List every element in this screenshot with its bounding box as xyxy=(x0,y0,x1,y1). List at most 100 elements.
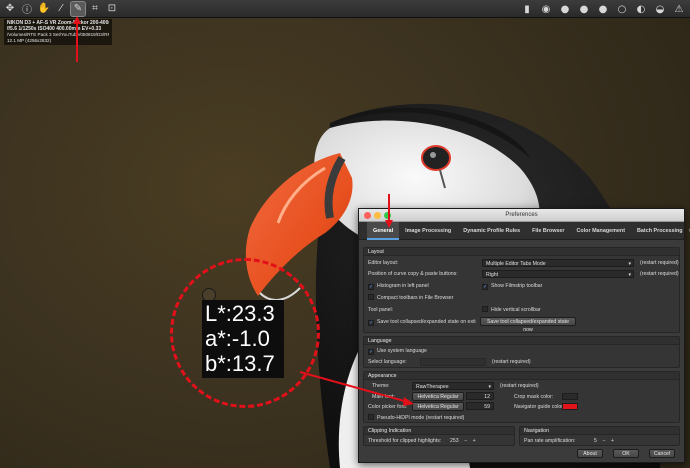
pseudo-hidpi-label: Pseudo-HiDPI mode (restart required) xyxy=(377,415,465,421)
channel-l-icon[interactable]: ○ xyxy=(615,2,629,16)
picker-font-button[interactable]: Helvetica Regular xyxy=(412,402,464,411)
clipping-header: Clipping Indication xyxy=(364,427,514,435)
tab-batch-processing[interactable]: Batch Processing xyxy=(631,222,689,240)
navigation-group: Navigation Pan rate amplification: 5 − + xyxy=(519,426,680,446)
nav-guide-color-button[interactable] xyxy=(562,403,578,410)
clip-shadow-icon[interactable]: ◐ xyxy=(634,2,648,16)
theme-label: Theme: xyxy=(372,383,390,389)
pan-rate-label: Pan rate amplification: xyxy=(524,438,576,444)
color-picker-icon[interactable]: ✎ xyxy=(70,0,86,17)
chevron-down-icon: ▾ xyxy=(628,261,631,267)
appearance-header: Appearance xyxy=(364,372,679,380)
move-icon[interactable]: ✥ xyxy=(3,2,17,16)
select-language-dropdown[interactable] xyxy=(420,358,486,366)
plus-icon[interactable]: + xyxy=(611,438,614,444)
save-state-checkbox[interactable]: ✓ Save tool collapsed/expanded state on e… xyxy=(368,318,476,326)
checkbox-empty xyxy=(482,306,488,312)
readout-a: a*:-1.0 xyxy=(205,326,270,351)
select-language-label: Select language: xyxy=(368,359,407,365)
editor-layout-label: Editor layout: xyxy=(368,260,399,266)
dialog-footer: About OK Cancel xyxy=(359,446,684,460)
clip-alert-icon[interactable]: ⚠ xyxy=(672,2,686,16)
hide-scrollbar-checkbox[interactable]: Hide vertical scrollbar xyxy=(482,306,541,314)
preferences-tabs: General Image Processing Dynamic Profile… xyxy=(359,221,690,240)
chevron-down-icon: ▾ xyxy=(628,272,631,278)
theme-select[interactable]: RawTherapee ▾ xyxy=(412,382,494,390)
crop-mask-color-button[interactable] xyxy=(562,393,578,400)
tab-image-processing[interactable]: Image Processing xyxy=(399,222,457,240)
clip-highlight-icon[interactable]: ◒ xyxy=(653,2,667,16)
wb-picker-icon[interactable]: ⁄ xyxy=(54,2,68,16)
minus-icon[interactable]: − xyxy=(464,438,467,444)
compact-toolbars-checkbox[interactable]: Compact toolbars in File Browser xyxy=(368,294,453,302)
filmstrip-toolbar-label: Show Filmstrip toolbar xyxy=(491,283,543,289)
ok-button[interactable]: OK xyxy=(613,449,639,458)
curve-buttons-note: (restart required) xyxy=(640,271,679,277)
indicator-icon[interactable]: ◉ xyxy=(539,2,553,16)
exif-overlay: NIKON D3 + AF-S VR Zoom-Nikkor 200-400mm… xyxy=(4,19,112,45)
info-icon[interactable]: ⓘ xyxy=(20,2,34,16)
tab-color-management[interactable]: Color Management xyxy=(571,222,632,240)
appearance-group: Appearance Theme: RawTherapee ▾ (restart… xyxy=(363,371,680,423)
channel-g-icon[interactable]: ● xyxy=(577,2,591,16)
plus-icon[interactable]: + xyxy=(473,438,476,444)
window-title: Preferences xyxy=(505,212,538,218)
filmstrip-toolbar-checkbox[interactable]: ✓ Show Filmstrip toolbar xyxy=(482,282,542,290)
channel-b-icon[interactable]: ● xyxy=(596,2,610,16)
straighten-icon[interactable]: ⊡ xyxy=(105,2,119,16)
picker-font-size[interactable]: 59 xyxy=(466,402,494,410)
about-button[interactable]: About xyxy=(577,449,603,458)
checkbox-empty xyxy=(368,414,374,420)
checkmark-icon: ✓ xyxy=(368,349,374,355)
window-titlebar: Preferences xyxy=(359,209,684,222)
pseudo-hidpi-checkbox[interactable]: Pseudo-HiDPI mode (restart required) xyxy=(368,414,464,422)
save-state-now-button[interactable]: Save tool collapsed/expanded state now xyxy=(480,317,576,333)
checkmark-icon: ✓ xyxy=(368,320,374,326)
readout-b: b*:13.7 xyxy=(205,351,275,376)
compact-toolbars-label: Compact toolbars in File Browser xyxy=(377,295,454,301)
threshold-stepper[interactable]: 253 − + xyxy=(446,437,476,445)
save-state-label: Save tool collapsed/expanded state on ex… xyxy=(377,319,476,325)
cancel-button[interactable]: Cancel xyxy=(649,449,675,458)
navigation-header: Navigation xyxy=(520,427,679,435)
main-font-button[interactable]: Helvetica Regular xyxy=(412,392,464,401)
clipping-group: Clipping Indication Threshold for clippe… xyxy=(363,426,515,446)
tab-file-browser[interactable]: File Browser xyxy=(526,222,570,240)
crop-mask-label: Crop mask color: xyxy=(514,394,554,400)
crop-icon[interactable]: ⌗ xyxy=(88,2,102,16)
curve-buttons-value: Right xyxy=(486,272,499,278)
editor-toolbar: ✥ ⓘ ✋ ⁄ ✎ ⌗ ⊡ ▮ ◉ ● ● ● ○ ◐ ◒ ⚠ xyxy=(0,0,690,18)
editor-layout-select[interactable]: Multiple Editor Tabs Mode ▾ xyxy=(482,259,634,267)
main-font-size[interactable]: 12 xyxy=(466,392,494,400)
language-header: Language xyxy=(364,337,679,345)
threshold-label: Threshold for clipped highlights: xyxy=(368,438,442,444)
checkbox-empty xyxy=(368,294,374,300)
curve-buttons-select[interactable]: Right ▾ xyxy=(482,270,634,278)
tab-general[interactable]: General xyxy=(367,221,400,240)
hand-icon[interactable]: ✋ xyxy=(37,2,51,16)
chevron-down-icon: ▾ xyxy=(488,384,491,390)
use-system-language-label: Use system language xyxy=(377,348,427,354)
theme-note: (restart required) xyxy=(500,383,539,389)
focus-mask-icon[interactable]: ▮ xyxy=(520,2,534,16)
threshold-value: 253 xyxy=(450,438,459,444)
editor-layout-value: Multiple Editor Tabs Mode xyxy=(486,261,546,267)
readout-l: L*:23.3 xyxy=(205,301,275,326)
tab-dynamic-profile-rules[interactable]: Dynamic Profile Rules xyxy=(457,222,526,240)
pan-rate-stepper[interactable]: 5 − + xyxy=(590,437,614,445)
curve-buttons-label: Position of curve copy & paste buttons: xyxy=(368,271,458,277)
checkmark-icon: ✓ xyxy=(368,284,374,290)
picker-readout: L*:23.3 a*:-1.0 b*:13.7 xyxy=(202,300,284,378)
layout-header: Layout xyxy=(364,248,679,256)
minus-icon[interactable]: − xyxy=(602,438,605,444)
theme-value: RawTherapee xyxy=(416,384,449,390)
language-group: Language ✓ Use system language Select lan… xyxy=(363,336,680,368)
channel-r-icon[interactable]: ● xyxy=(558,2,572,16)
main-font-label: Main font: xyxy=(372,394,395,400)
histogram-left-checkbox[interactable]: ✓ Histogram in left panel xyxy=(368,282,429,290)
exif-size: 12.1 MP (4256x2832) xyxy=(7,38,52,43)
nav-guide-label: Navigator guide color: xyxy=(514,404,565,410)
tool-panel-label: Tool panel: xyxy=(368,307,394,313)
editor-layout-note: (restart required) xyxy=(640,260,679,266)
use-system-language-checkbox[interactable]: ✓ Use system language xyxy=(368,347,427,355)
